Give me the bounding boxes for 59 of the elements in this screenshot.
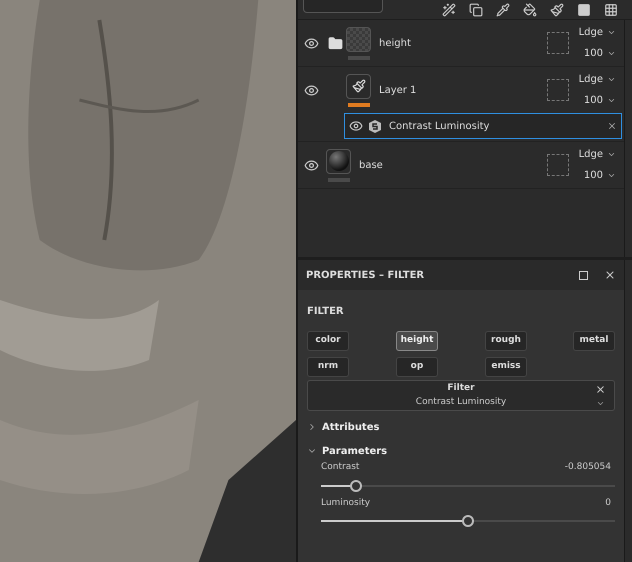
parameter-label: Luminosity bbox=[321, 496, 370, 510]
visibility-eye-icon[interactable] bbox=[349, 119, 363, 133]
filter-select[interactable]: Filter Contrast Luminosity bbox=[307, 380, 615, 411]
opacity-dropdown[interactable]: 100 bbox=[584, 46, 616, 61]
brush-icon[interactable] bbox=[550, 2, 564, 16]
wand-icon[interactable] bbox=[442, 2, 456, 16]
parameter-label: Contrast bbox=[321, 461, 360, 474]
chevron-down-icon bbox=[607, 49, 616, 58]
folder-icon bbox=[328, 36, 342, 50]
brush-thumbnail bbox=[346, 74, 371, 98]
close-icon[interactable] bbox=[604, 269, 616, 281]
popout-icon[interactable] bbox=[579, 270, 588, 280]
panel-title: PROPERTIES – FILTER bbox=[306, 268, 426, 282]
sphere-thumbnail bbox=[326, 148, 351, 174]
opacity-dropdown[interactable]: 100 bbox=[584, 168, 616, 183]
blend-mode-dropdown[interactable]: Ldge bbox=[578, 147, 616, 162]
pipette-icon[interactable] bbox=[496, 2, 510, 16]
filter-s-icon bbox=[369, 120, 381, 132]
slider-thumb[interactable] bbox=[350, 480, 362, 492]
chevron-down-icon bbox=[607, 171, 616, 180]
blend-mode-dropdown[interactable]: Ldge bbox=[578, 72, 616, 87]
mask-placeholder bbox=[546, 79, 569, 101]
chevron-down-icon bbox=[607, 28, 616, 37]
chevron-down-icon bbox=[607, 96, 616, 105]
parameter-value: 0 bbox=[605, 496, 611, 510]
mask-placeholder bbox=[546, 154, 569, 176]
chevron-down-icon bbox=[607, 150, 616, 159]
layer-name: height bbox=[379, 36, 412, 50]
blend-mode-dropdown[interactable]: Ldge bbox=[578, 25, 616, 40]
clear-icon[interactable] bbox=[595, 384, 606, 395]
channel-toggle[interactable]: op bbox=[396, 357, 438, 377]
filter-layer[interactable]: Contrast Luminosity bbox=[344, 113, 622, 139]
slider-thumb[interactable] bbox=[462, 515, 474, 527]
parameter-value: -0.805054 bbox=[564, 461, 611, 474]
channel-toggle[interactable]: rough bbox=[485, 331, 527, 351]
close-icon[interactable] bbox=[607, 121, 617, 131]
visibility-eye-icon[interactable] bbox=[304, 82, 320, 98]
copy-icon[interactable] bbox=[469, 2, 483, 16]
paint-bucket-icon[interactable] bbox=[523, 2, 537, 16]
group-header[interactable]: Attributes bbox=[307, 419, 380, 435]
channel-toggle[interactable]: metal bbox=[573, 331, 615, 351]
mask-placeholder bbox=[546, 32, 569, 54]
channel-toggle[interactable]: nrm bbox=[307, 357, 349, 377]
layer-name: Layer 1 bbox=[379, 84, 418, 98]
opacity-dropdown[interactable]: 100 bbox=[584, 93, 616, 108]
checker-thumbnail bbox=[346, 26, 371, 52]
group-header[interactable]: Parameters bbox=[307, 443, 388, 459]
grid-icon[interactable] bbox=[604, 2, 618, 16]
chevron-down-icon bbox=[596, 399, 605, 408]
chevron-down-icon bbox=[607, 75, 616, 84]
visibility-eye-icon[interactable] bbox=[304, 158, 320, 172]
layer-name: base bbox=[359, 158, 384, 172]
filter-name: Contrast Luminosity bbox=[389, 120, 490, 134]
channel-toggle[interactable]: emiss bbox=[485, 357, 527, 377]
section-heading: FILTER bbox=[307, 305, 345, 319]
square-icon[interactable] bbox=[577, 2, 591, 16]
channel-toggle[interactable]: height bbox=[396, 331, 438, 351]
channel-toggle[interactable]: color bbox=[307, 331, 349, 351]
visibility-eye-icon[interactable] bbox=[304, 36, 320, 50]
